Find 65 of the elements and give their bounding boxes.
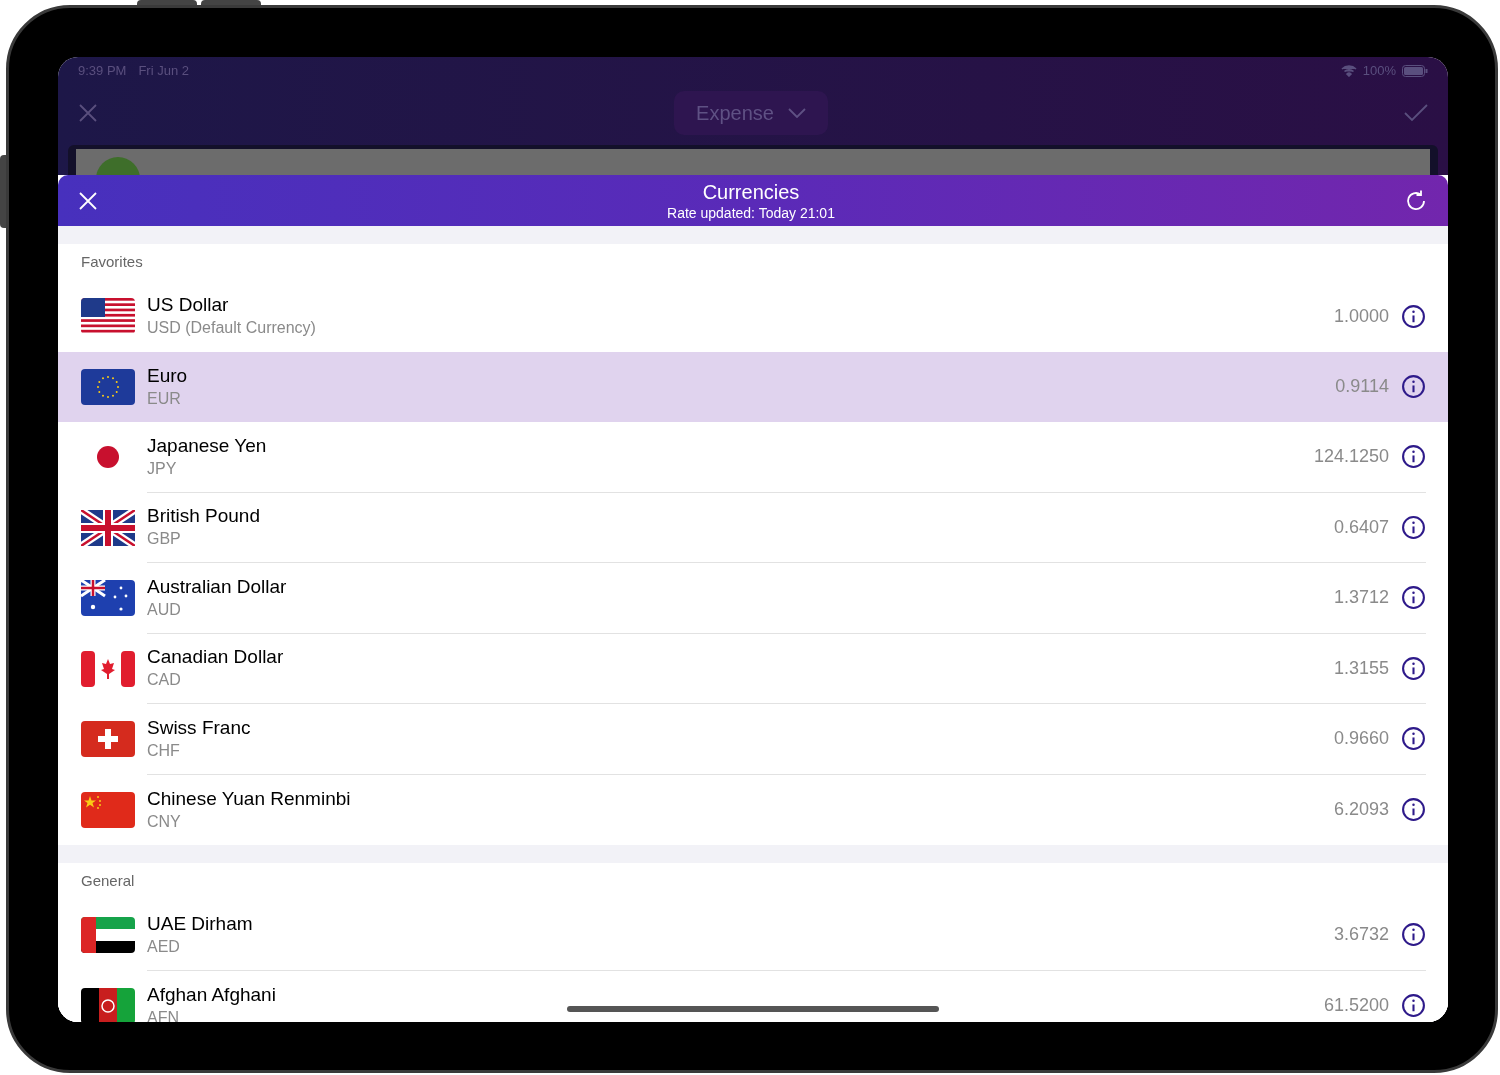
flag-icon — [81, 791, 135, 828]
battery-percent: 100% — [1362, 62, 1396, 81]
currency-name: UAE Dirham — [147, 911, 253, 936]
refresh-icon — [1404, 188, 1428, 213]
exchange-rate: 0.9660 — [1333, 727, 1389, 751]
currency-row[interactable]: Euro EUR 0.9114 — [58, 351, 1448, 422]
currency-code: CAD — [147, 670, 181, 691]
info-icon[interactable] — [1401, 993, 1426, 1019]
currency-code: USD (Default Currency) — [147, 318, 316, 339]
info-icon[interactable] — [1401, 655, 1426, 681]
info-icon[interactable] — [1401, 303, 1426, 329]
info-icon[interactable] — [1401, 797, 1426, 823]
status-date: Fri Jun 2 — [138, 62, 189, 81]
exchange-rate: 3.6732 — [1333, 923, 1389, 947]
exchange-rate: 6.2093 — [1333, 798, 1389, 822]
info-icon[interactable] — [1401, 585, 1426, 611]
currency-name: Australian Dollar — [147, 574, 287, 599]
info-icon[interactable] — [1401, 444, 1426, 470]
close-button[interactable] — [78, 190, 98, 211]
currency-code: AED — [147, 936, 180, 957]
currency-name: US Dollar — [147, 293, 229, 318]
rate-updated-text: Rate updated: Today 21:01 — [667, 203, 835, 222]
wifi-icon — [1340, 65, 1357, 77]
flag-icon — [81, 368, 135, 405]
exchange-rate: 0.9114 — [1335, 375, 1389, 399]
flag-icon — [81, 509, 135, 546]
currency-name: Canadian Dollar — [147, 645, 284, 670]
refresh-button[interactable] — [1404, 188, 1428, 213]
sheet-title: Currencies — [702, 179, 800, 204]
currency-code: AUD — [147, 599, 181, 620]
flag-icon — [81, 987, 135, 1022]
currency-name: Japanese Yen — [147, 433, 267, 458]
currency-name: Afghan Afghani — [147, 982, 276, 1007]
currency-name: Swiss Franc — [147, 715, 251, 740]
currency-name: Euro — [147, 363, 188, 388]
exchange-rate: 124.1250 — [1313, 445, 1389, 469]
currency-name: British Pound — [147, 504, 260, 529]
exchange-rate: 0.6407 — [1333, 515, 1389, 539]
currency-code: AFN — [147, 1007, 179, 1022]
info-icon[interactable] — [1401, 922, 1426, 948]
chevron-down-icon — [787, 108, 806, 118]
checkmark-icon[interactable] — [1404, 104, 1428, 122]
flag-icon — [81, 721, 135, 758]
close-icon — [78, 190, 98, 211]
exchange-rate: 1.0000 — [1333, 304, 1389, 328]
currency-code: JPY — [147, 458, 177, 479]
currency-name: Chinese Yuan Renminbi — [147, 786, 351, 811]
section-header: General — [81, 870, 135, 891]
currency-code: EUR — [147, 388, 181, 409]
section-header: Favorites — [81, 251, 143, 272]
info-icon[interactable] — [1401, 514, 1426, 540]
currency-code: CNY — [147, 811, 181, 832]
battery-icon — [1402, 65, 1428, 77]
info-icon[interactable] — [1401, 374, 1426, 400]
status-time: 9:39 PM — [78, 62, 127, 81]
exchange-rate: 61.5200 — [1323, 994, 1389, 1018]
flag-icon — [81, 580, 135, 617]
currency-code: CHF — [147, 740, 180, 761]
info-icon[interactable] — [1401, 726, 1426, 752]
flag-icon — [81, 298, 135, 335]
exchange-rate: 1.3155 — [1333, 656, 1389, 680]
flag-icon — [81, 917, 135, 954]
currency-code: GBP — [147, 529, 181, 550]
exchange-rate: 1.3712 — [1333, 586, 1389, 610]
flag-icon — [81, 650, 135, 687]
